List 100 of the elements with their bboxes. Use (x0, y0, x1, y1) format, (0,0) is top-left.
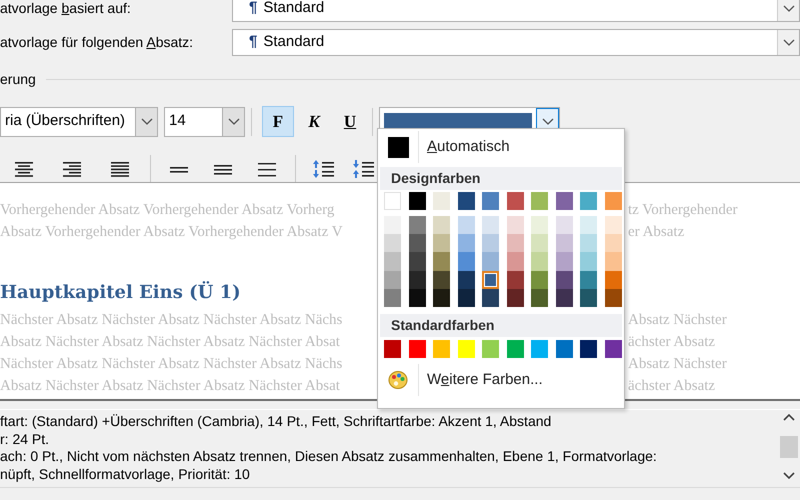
palette-icon (388, 370, 408, 390)
color-swatch[interactable] (556, 288, 572, 307)
color-swatch[interactable] (531, 340, 548, 358)
color-swatch[interactable] (408, 216, 426, 234)
automatic-menu-item[interactable]: Automatisch (378, 129, 624, 165)
preview-text: Absatz Nächster (628, 355, 727, 374)
decrease-spacing-icon[interactable] (352, 158, 376, 178)
preview-text: Absatz Nächster Absatz Nächster Absatz Nächster Absat (0, 378, 340, 394)
color-swatch[interactable] (384, 234, 401, 252)
description-text: ach: 0 Pt., Nicht vom nächsten Absatz trennen, Diesen Absatz zusammenhalten, Ebene 1, Formatvorlage: (0, 448, 658, 466)
preview-text: ächster Absatz (628, 333, 716, 352)
color-swatch[interactable] (384, 270, 401, 289)
color-swatch[interactable] (433, 216, 450, 234)
font-combo-box[interactable]: ria (Überschriften) (0, 106, 158, 136)
section-header: Standardfarben (380, 314, 622, 337)
color-swatch[interactable] (580, 340, 597, 358)
scroll-up-icon[interactable] (783, 414, 795, 421)
color-swatch[interactable] (433, 234, 450, 252)
color-swatch[interactable] (580, 216, 597, 234)
color-swatch[interactable] (458, 192, 474, 210)
preview-text: Absatz Nächster (628, 311, 727, 330)
bold-button[interactable]: F (262, 106, 294, 137)
color-swatch[interactable] (408, 192, 426, 210)
color-swatch[interactable] (604, 216, 622, 234)
color-swatch[interactable] (506, 270, 524, 289)
preview-text: Absatz Nächster Absatz Nächster Absatz Nächster Absat (0, 334, 340, 350)
color-swatch[interactable] (506, 192, 524, 210)
field-label: atvorlage für folgenden Absatz: (0, 33, 194, 52)
color-swatch[interactable] (458, 252, 474, 271)
color-swatch[interactable] (458, 216, 474, 234)
preview-text: er Absatz (628, 223, 684, 242)
section-header: Designfarben (380, 167, 622, 190)
preview-text: Nächster Absatz Nächster Absatz Nächster Absatz Nächs (0, 356, 342, 372)
color-swatch[interactable] (458, 288, 474, 307)
color-swatch[interactable] (482, 270, 499, 289)
color-swatch[interactable] (556, 234, 572, 252)
color-swatch[interactable] (531, 252, 548, 271)
color-swatch[interactable] (604, 252, 622, 271)
color-swatch[interactable] (482, 216, 499, 234)
color-swatch[interactable] (506, 340, 524, 358)
color-swatch[interactable] (506, 288, 524, 307)
color-swatch[interactable] (556, 216, 572, 234)
scroll-thumb[interactable] (780, 436, 798, 458)
color-swatch[interactable] (384, 288, 401, 307)
color-swatch[interactable] (384, 340, 401, 358)
color-swatch[interactable] (384, 216, 401, 234)
color-swatch[interactable] (531, 288, 548, 307)
style-combo-box[interactable]: ¶ Standard (232, 29, 800, 56)
color-swatch[interactable] (482, 192, 499, 210)
color-swatch[interactable] (433, 270, 450, 289)
color-swatch[interactable] (408, 288, 426, 307)
color-swatch[interactable] (482, 234, 499, 252)
color-swatch[interactable] (458, 270, 474, 289)
color-swatch[interactable] (531, 234, 548, 252)
description-text: r: 24 Pt. (0, 430, 50, 448)
color-swatch[interactable] (580, 288, 597, 307)
color-swatch[interactable] (482, 252, 499, 271)
color-swatch[interactable] (408, 234, 426, 252)
style-combo-box[interactable]: ¶ Standard (232, 0, 800, 22)
color-swatch[interactable] (531, 216, 548, 234)
color-swatch[interactable] (531, 270, 548, 289)
color-swatch[interactable] (458, 234, 474, 252)
more-colors-menu-item[interactable]: Weitere Farben... (378, 362, 624, 398)
preview-text: ächster Absatz (628, 377, 716, 396)
color-swatch[interactable] (556, 340, 572, 358)
color-swatch[interactable] (604, 340, 622, 358)
font-size-combo-box[interactable]: 14 (164, 106, 245, 136)
description-text: ftart: (Standard) +Überschriften (Cambria), 14 Pt., Fett, Schriftartfarbe: Akzent 1, Abstand (0, 413, 552, 430)
color-swatch[interactable] (433, 288, 450, 307)
color-swatch[interactable] (604, 234, 622, 252)
color-swatch[interactable] (556, 252, 572, 271)
color-swatch[interactable] (384, 252, 401, 271)
paragraph-mark: ¶ (249, 0, 258, 16)
color-swatch[interactable] (580, 192, 597, 210)
color-swatch[interactable] (506, 216, 524, 234)
preview-text: tz Vorhergehender (628, 201, 738, 220)
color-swatch[interactable] (604, 270, 622, 289)
color-swatch[interactable] (506, 252, 524, 271)
preview-heading: Hauptkapitel Eins (Ü 1) (0, 280, 241, 305)
color-swatch[interactable] (604, 192, 622, 210)
color-swatch[interactable] (556, 192, 572, 210)
color-swatch[interactable] (408, 270, 426, 289)
increase-spacing-icon[interactable] (312, 158, 336, 178)
color-swatch[interactable] (580, 270, 597, 289)
color-swatch[interactable] (408, 252, 426, 271)
italic-button[interactable]: K (298, 106, 330, 137)
color-swatch[interactable] (433, 252, 450, 271)
color-swatch[interactable] (556, 270, 572, 289)
color-swatch[interactable] (531, 192, 548, 210)
color-swatch[interactable] (604, 288, 622, 307)
preview-text: Absatz Vorhergehender Absatz Vorhergehender Absatz V (0, 224, 343, 240)
color-swatch[interactable] (580, 234, 597, 252)
color-swatch[interactable] (580, 252, 597, 271)
color-swatch[interactable] (506, 234, 524, 252)
color-swatch[interactable] (408, 340, 426, 358)
preview-text: Nächster Absatz Nächster Absatz Nächster Absatz Nächs (0, 312, 342, 328)
underline-button[interactable]: U (334, 106, 366, 137)
color-swatch[interactable] (482, 288, 499, 307)
scroll-down-icon[interactable] (783, 472, 795, 479)
color-swatch[interactable] (482, 340, 499, 358)
